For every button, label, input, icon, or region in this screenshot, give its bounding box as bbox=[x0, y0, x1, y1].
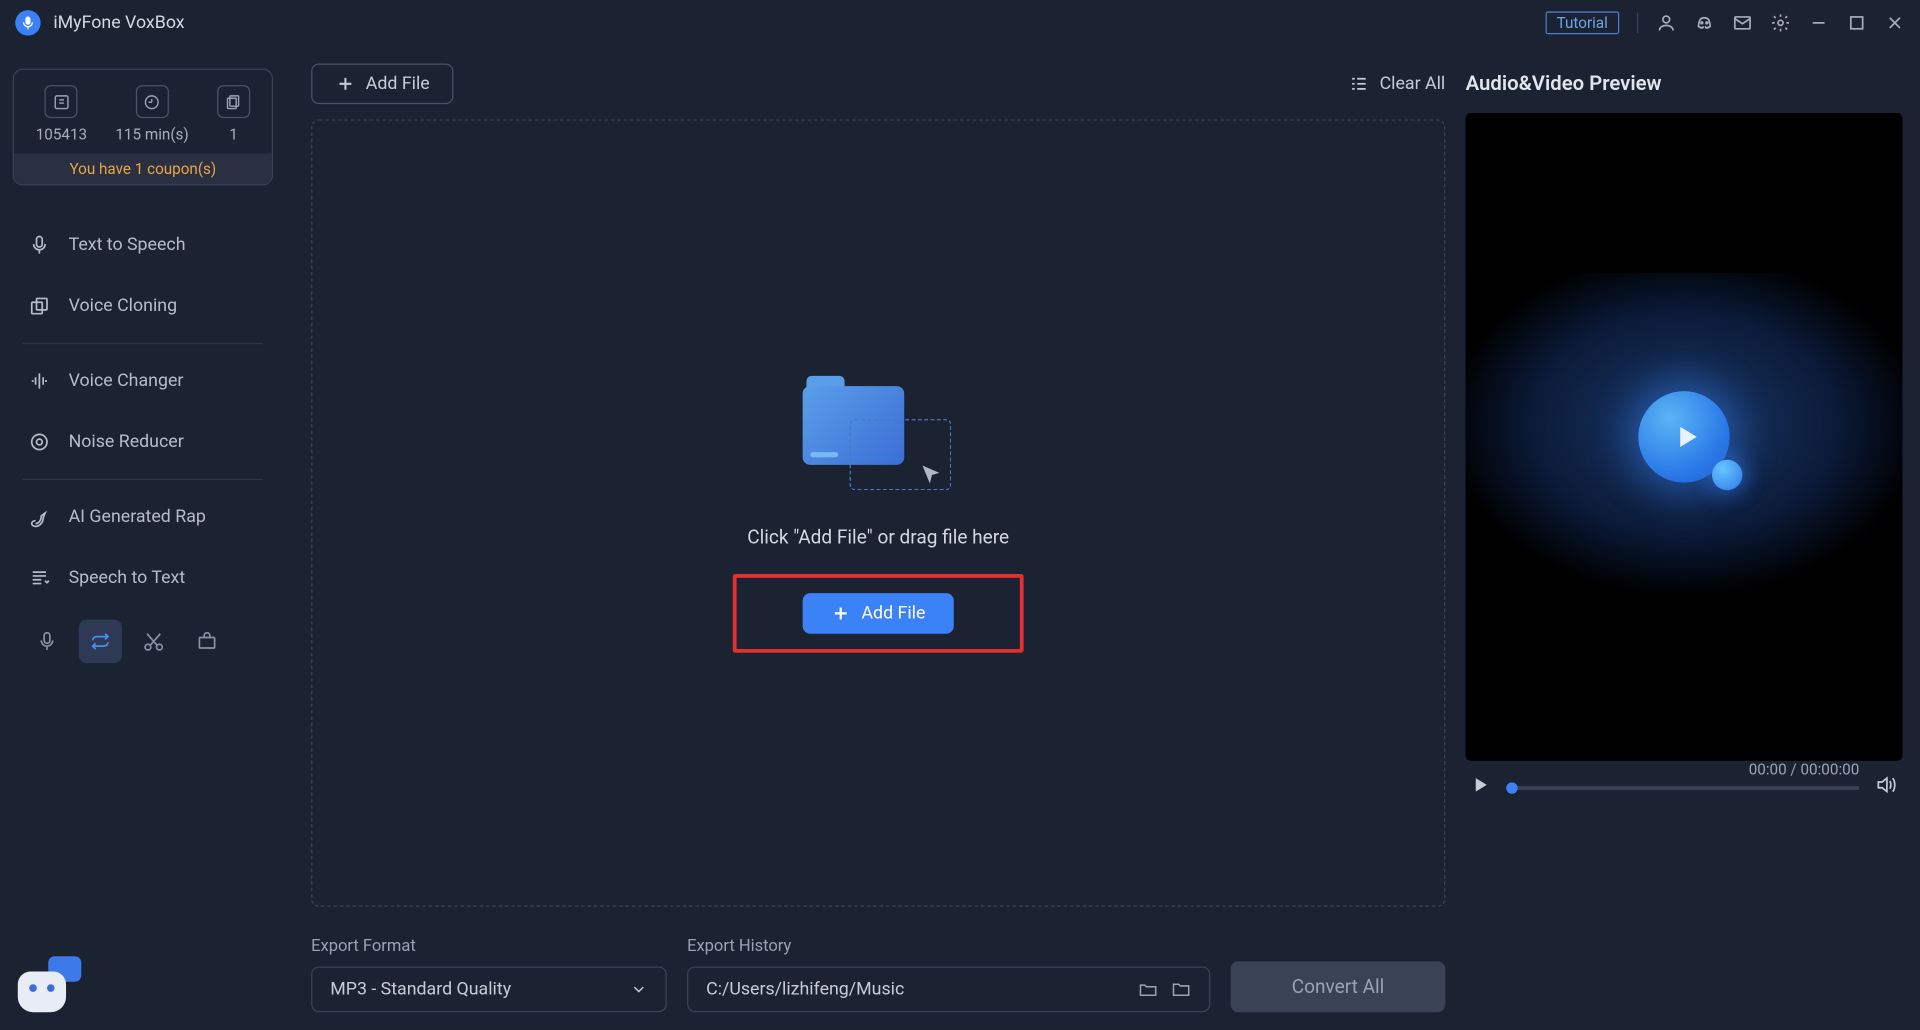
chars-icon bbox=[45, 85, 78, 118]
folder-icon[interactable] bbox=[1171, 979, 1191, 999]
dropzone[interactable]: Click "Add File" or drag file here Add F… bbox=[311, 119, 1445, 906]
tool-convert[interactable] bbox=[79, 620, 122, 663]
dropzone-hint: Click "Add File" or drag file here bbox=[747, 526, 1009, 549]
count-icon bbox=[217, 85, 250, 118]
convert-all-button[interactable]: Convert All bbox=[1231, 961, 1445, 1012]
titlebar: iMyFone VoxBox Tutorial bbox=[0, 0, 1920, 46]
stat-count[interactable]: 1 bbox=[217, 85, 250, 143]
tool-cut[interactable] bbox=[132, 620, 175, 663]
list-icon bbox=[1349, 74, 1369, 94]
export-history-label: Export History bbox=[687, 937, 1210, 956]
nav-ai-rap[interactable]: AI Generated Rap bbox=[13, 488, 273, 546]
highlight-annotation: Add File bbox=[733, 574, 1023, 653]
nav-voice-changer[interactable]: Voice Changer bbox=[13, 352, 273, 410]
clear-all-button[interactable]: Clear All bbox=[1349, 74, 1445, 94]
nav-speech-to-text[interactable]: Speech to Text bbox=[13, 549, 273, 607]
plus-icon bbox=[335, 74, 355, 94]
preview-title: Audio&Video Preview bbox=[1466, 71, 1903, 95]
close-icon[interactable] bbox=[1885, 13, 1905, 33]
maximize-icon[interactable] bbox=[1847, 13, 1867, 33]
add-file-outline-button[interactable]: Add File bbox=[311, 64, 454, 105]
sidebar: 105413 115 min(s) 1 You have 1 coupon(s)… bbox=[0, 46, 286, 1030]
rap-icon bbox=[28, 505, 51, 528]
export-history-path[interactable]: C:/Users/lizhifeng/Music bbox=[687, 966, 1210, 1012]
player-bar: 00:00 / 00:00:00 bbox=[1466, 761, 1903, 802]
play-icon bbox=[1671, 422, 1701, 452]
plus-icon bbox=[831, 603, 851, 623]
mic-icon bbox=[28, 234, 51, 257]
folder-illustration bbox=[796, 373, 961, 500]
stt-icon bbox=[28, 566, 51, 589]
settings-icon[interactable] bbox=[1770, 13, 1790, 33]
nav-noise-reducer[interactable]: Noise Reducer bbox=[13, 413, 273, 471]
mail-icon[interactable] bbox=[1732, 13, 1752, 33]
tool-case[interactable] bbox=[185, 620, 228, 663]
noise-reducer-icon bbox=[28, 431, 51, 454]
nav-text-to-speech[interactable]: Text to Speech bbox=[13, 216, 273, 274]
discord-icon[interactable] bbox=[1694, 13, 1714, 33]
folder-open-icon[interactable] bbox=[1138, 979, 1158, 999]
stat-minutes[interactable]: 115 min(s) bbox=[115, 85, 188, 143]
chatbot-button[interactable] bbox=[18, 956, 87, 1012]
time-display: 00:00 / 00:00:00 bbox=[1749, 760, 1860, 778]
stats-box: 105413 115 min(s) 1 You have 1 coupon(s) bbox=[13, 69, 273, 186]
tutorial-button[interactable]: Tutorial bbox=[1545, 11, 1619, 34]
cursor-icon bbox=[918, 462, 943, 492]
preview-play-orb[interactable] bbox=[1638, 391, 1729, 482]
app-logo-icon bbox=[15, 10, 40, 35]
tool-row bbox=[13, 610, 273, 674]
add-file-primary-button[interactable]: Add File bbox=[803, 593, 953, 634]
volume-icon[interactable] bbox=[1875, 773, 1898, 801]
coupon-bar[interactable]: You have 1 coupon(s) bbox=[14, 154, 272, 184]
app-title: iMyFone VoxBox bbox=[53, 13, 184, 33]
clone-icon bbox=[28, 295, 51, 318]
export-format-label: Export Format bbox=[311, 937, 667, 956]
nav-voice-cloning[interactable]: Voice Cloning bbox=[13, 277, 273, 335]
voice-changer-icon bbox=[28, 370, 51, 393]
minimize-icon[interactable] bbox=[1808, 13, 1828, 33]
tool-record[interactable] bbox=[25, 620, 68, 663]
export-format-select[interactable]: MP3 - Standard Quality bbox=[311, 966, 667, 1012]
chevron-down-icon bbox=[630, 980, 648, 998]
stat-chars[interactable]: 105413 bbox=[36, 85, 87, 143]
user-icon[interactable] bbox=[1656, 13, 1676, 33]
progress-bar[interactable]: 00:00 / 00:00:00 bbox=[1506, 785, 1859, 789]
minutes-icon bbox=[136, 85, 169, 118]
preview-box bbox=[1466, 113, 1903, 761]
play-button[interactable] bbox=[1471, 775, 1491, 800]
